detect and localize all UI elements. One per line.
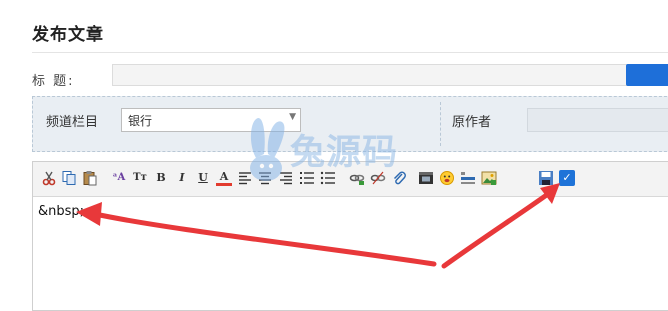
underline-glyph: U [198, 171, 208, 184]
title-divider [32, 52, 668, 53]
channel-select[interactable]: 银行 ▼ [121, 108, 301, 132]
align-right-icon[interactable] [278, 170, 294, 186]
channel-select-value: 银行 [128, 114, 153, 128]
bold-glyph: B [156, 171, 166, 184]
paste-icon[interactable] [82, 170, 98, 186]
save-image-icon[interactable] [538, 170, 554, 186]
author-label: 原作者 [452, 115, 492, 130]
font-family-icon[interactable]: ᵃA [111, 170, 127, 186]
italic-glyph: I [179, 171, 185, 184]
align-center-icon[interactable] [257, 170, 273, 186]
page-title: 发布文章 [32, 25, 104, 45]
bold-icon[interactable]: B [153, 170, 169, 186]
channel-label: 频道栏目 [46, 115, 99, 130]
font-size-icon[interactable]: Tт [132, 170, 148, 186]
italic-icon[interactable]: I [174, 170, 190, 186]
editor-content[interactable]: &nbsp; [38, 204, 84, 219]
unordered-list-icon[interactable] [320, 170, 336, 186]
rich-text-editor: ᵃA Tт B I U A ✓ &nbsp; [32, 161, 668, 311]
editor-body[interactable]: &nbsp; [33, 197, 668, 310]
source-code-checkbox[interactable]: ✓ [559, 170, 575, 186]
horizontal-rule-icon[interactable] [460, 170, 476, 186]
editor-toolbar: ᵃA Tт B I U A ✓ [33, 162, 668, 197]
checkmark-icon: ✓ [562, 171, 572, 184]
unlink-icon[interactable] [370, 170, 386, 186]
font-color-glyph: A [219, 169, 229, 183]
font-family-glyph: ᵃA [112, 172, 126, 183]
font-color-icon[interactable]: A [216, 170, 232, 186]
author-input[interactable] [527, 108, 668, 132]
title-label: 标 题: [32, 74, 75, 89]
emoticon-icon[interactable] [439, 170, 455, 186]
insert-link-icon[interactable] [349, 170, 365, 186]
cut-icon[interactable] [41, 170, 57, 186]
underline-icon[interactable]: U [195, 170, 211, 186]
panel-separator [440, 102, 441, 146]
submit-button[interactable] [626, 64, 668, 86]
ordered-list-icon[interactable] [299, 170, 315, 186]
align-left-icon[interactable] [237, 170, 253, 186]
title-input[interactable] [112, 64, 632, 86]
video-icon[interactable] [418, 170, 434, 186]
attachment-icon[interactable] [391, 170, 407, 186]
chevron-down-icon: ▼ [289, 112, 296, 122]
font-size-glyph: Tт [133, 172, 147, 183]
copy-icon[interactable] [61, 170, 77, 186]
insert-image-icon[interactable] [481, 170, 497, 186]
